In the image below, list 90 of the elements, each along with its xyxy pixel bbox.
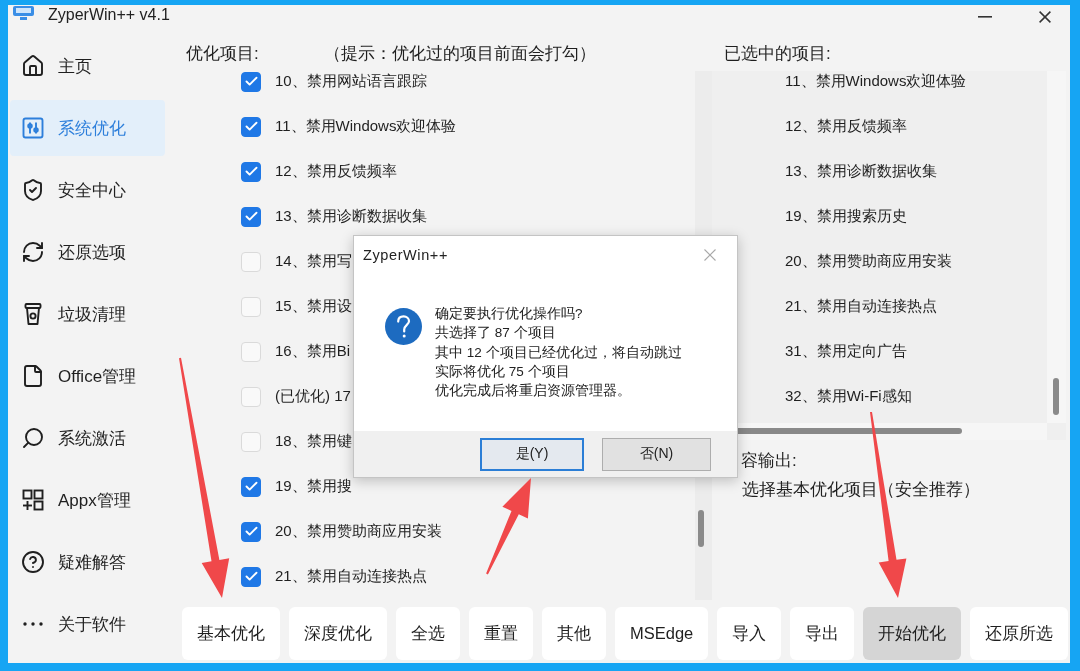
- sidebar-item[interactable]: 关于软件: [10, 596, 165, 652]
- sidebar-item-label: 安全中心: [58, 179, 126, 202]
- checkbox[interactable]: [241, 476, 261, 497]
- dialog-title: ZyperWin++: [363, 247, 448, 263]
- option-label: 13、禁用诊断数据收集: [275, 207, 427, 226]
- refresh-icon: [21, 240, 45, 264]
- toolbar-button[interactable]: 导入: [717, 607, 782, 660]
- option-label: 11、禁用Windows欢迎体验: [275, 117, 457, 136]
- close-icon: [1039, 11, 1051, 23]
- shield-check-icon: [21, 178, 45, 202]
- sidebar-item[interactable]: 疑难解答: [10, 534, 165, 590]
- option-label: 19、禁用搜: [275, 477, 352, 496]
- toolbar-button[interactable]: 深度优化: [289, 607, 387, 660]
- sidebar-item[interactable]: Office管理: [10, 348, 165, 404]
- help-icon: [21, 550, 45, 574]
- sidebar-item-label: 垃圾清理: [58, 303, 126, 326]
- checkmark-icon: [243, 479, 259, 494]
- sidebar-item[interactable]: 安全中心: [10, 162, 165, 218]
- app-icon: [12, 6, 35, 20]
- checkbox[interactable]: [241, 566, 261, 587]
- sidebar-item-label: Office管理: [58, 365, 137, 388]
- option-label: 18、禁用键: [275, 432, 352, 451]
- sidebar-item[interactable]: Appx管理: [10, 472, 165, 528]
- grid-plus-icon: [21, 488, 45, 512]
- scrollbar-thumb[interactable]: [698, 510, 704, 547]
- checkmark-icon: [243, 74, 259, 89]
- close-icon: [704, 249, 716, 261]
- output-text: 选择基本优化项目（安全推荐）: [742, 478, 980, 501]
- toolbar-button[interactable]: 重置: [469, 607, 533, 660]
- home-icon: [21, 54, 45, 78]
- dialog-message: 确定要执行优化操作吗? 共选择了 87 个项目 其中 12 个项目已经优化过，将自动跳过 实际将优化 75 个项目 优化完成后将重启资源管理器。: [435, 305, 682, 401]
- list-item[interactable]: 12、禁用反馈频率: [785, 117, 907, 136]
- sidebar-item[interactable]: 系统激活: [10, 410, 165, 466]
- sidebar-item[interactable]: 还原选项: [10, 224, 165, 280]
- list-item[interactable]: 21、禁用自动连接热点: [785, 297, 937, 316]
- checkmark-icon: [243, 119, 259, 134]
- dialog-button[interactable]: 是(Y): [480, 437, 584, 471]
- checkmark-icon: [243, 569, 259, 584]
- sidebar-item-label: Appx管理: [58, 489, 131, 512]
- sliders-icon: [21, 116, 45, 140]
- checkbox[interactable]: [241, 521, 261, 542]
- checkbox[interactable]: [241, 116, 261, 137]
- toolbar-button[interactable]: 全选: [396, 607, 460, 660]
- toolbar-button[interactable]: 开始优化: [863, 607, 962, 660]
- list-item[interactable]: 20、禁用赞助商应用安装: [785, 252, 952, 271]
- sidebar-item-label: 疑难解答: [58, 551, 126, 574]
- checkmark-icon: [243, 164, 259, 179]
- file-icon: [21, 364, 45, 388]
- sidebar-item[interactable]: 主页: [10, 38, 165, 94]
- option-label: 14、禁用写: [275, 252, 352, 271]
- toolbar-button[interactable]: 基本优化: [182, 607, 280, 660]
- sidebar-item-label: 关于软件: [58, 613, 126, 636]
- magnifier-icon: [21, 426, 45, 450]
- checkmark-icon: [243, 524, 259, 539]
- toolbar-button[interactable]: 其他: [542, 607, 606, 660]
- list-item[interactable]: 31、禁用定向广告: [785, 342, 907, 361]
- option-label: 15、禁用设: [275, 297, 352, 316]
- option-label: (已优化) 17: [275, 387, 351, 406]
- ellipsis-icon: [23, 622, 43, 626]
- list-item[interactable]: 32、禁用Wi-Fi感知: [785, 387, 912, 406]
- list-heading: 优化项目:: [186, 42, 260, 65]
- question-icon: [385, 308, 422, 345]
- scrollbar-thumb[interactable]: [1053, 378, 1059, 415]
- option-label: 20、禁用赞助商应用安装: [275, 522, 442, 541]
- option-label: 21、禁用自动连接热点: [275, 567, 427, 586]
- checkbox[interactable]: [241, 206, 261, 227]
- output-heading: 容输出:: [741, 449, 797, 472]
- option-label: 12、禁用反馈频率: [275, 162, 397, 181]
- option-label: 16、禁用Bi: [275, 342, 351, 361]
- list-item[interactable]: 11、禁用Windows欢迎体验: [785, 72, 967, 91]
- checkbox[interactable]: [241, 161, 261, 182]
- toolbar-button[interactable]: 还原所选: [970, 607, 1069, 660]
- sidebar-item[interactable]: 垃圾清理: [10, 286, 165, 342]
- sidebar-item-label: 系统优化: [58, 117, 126, 140]
- list-item[interactable]: 13、禁用诊断数据收集: [785, 162, 937, 181]
- window-title: ZyperWin++ v4.1: [48, 5, 170, 25]
- minimize-icon: [978, 16, 992, 18]
- toolbar-button[interactable]: 导出: [790, 607, 855, 660]
- checkmark-icon: [243, 209, 259, 224]
- checkbox[interactable]: [241, 71, 261, 92]
- sidebar-item[interactable]: 系统优化: [10, 100, 165, 156]
- list-heading: 已选中的项目:: [724, 42, 831, 65]
- sidebar-item-label: 还原选项: [58, 241, 126, 264]
- sidebar-item-label: 系统激活: [58, 427, 126, 450]
- sidebar-item-label: 主页: [58, 55, 92, 78]
- dialog-button[interactable]: 否(N): [602, 437, 711, 471]
- option-label: 10、禁用网站语言跟踪: [275, 72, 427, 91]
- hint-text: （提示：优化过的项目前面会打勾）: [324, 42, 597, 65]
- list-item[interactable]: 19、禁用搜索历史: [785, 207, 907, 226]
- toolbar-button[interactable]: MSEdge: [615, 607, 709, 660]
